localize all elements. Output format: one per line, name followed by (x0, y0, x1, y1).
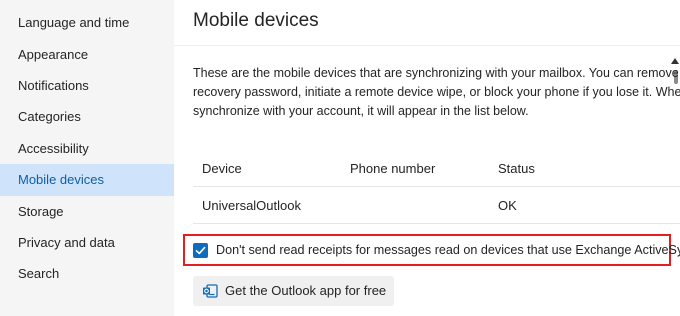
settings-sidebar: Language and time Appearance Notificatio… (0, 0, 174, 316)
description-text: These are the mobile devices that are sy… (193, 64, 680, 121)
page-title: Mobile devices (193, 10, 319, 31)
read-receipts-label[interactable]: Don't send read receipts for messages re… (216, 236, 680, 264)
devices-table: Device Phone number Status UniversalOutl… (193, 150, 680, 224)
get-outlook-app-label: Get the Outlook app for free (225, 283, 387, 298)
mobile-devices-panel: Mobile devices These are the mobile devi… (174, 0, 680, 316)
table-row[interactable]: UniversalOutlook OK (193, 187, 680, 224)
sidebar-item-appearance[interactable]: Appearance (0, 39, 174, 71)
title-divider (174, 45, 680, 46)
sidebar-item-storage[interactable]: Storage (0, 196, 174, 228)
sidebar-item-accessibility[interactable]: Accessibility (0, 133, 174, 165)
sidebar-item-categories[interactable]: Categories (0, 101, 174, 133)
sidebar-item-privacy-and-data[interactable]: Privacy and data (0, 227, 174, 259)
sidebar-item-notifications[interactable]: Notifications (0, 70, 174, 102)
get-outlook-app-button[interactable]: Get the Outlook app for free (193, 276, 394, 306)
column-header-phone-number: Phone number (350, 161, 436, 176)
sidebar-item-language-and-time[interactable]: Language and time (0, 7, 174, 39)
sidebar-item-mobile-devices[interactable]: Mobile devices (0, 164, 174, 196)
column-header-device: Device (202, 161, 242, 176)
read-receipts-checkbox[interactable] (193, 243, 208, 258)
read-receipts-highlight-box: Don't send read receipts for messages re… (183, 234, 680, 266)
table-header-row: Device Phone number Status (193, 150, 680, 187)
description-line: These are the mobile devices that are sy… (193, 66, 680, 80)
description-line: recovery password, initiate a remote dev… (193, 85, 680, 99)
checkmark-icon (195, 246, 206, 255)
column-header-status: Status (498, 161, 535, 176)
description-line: synchronize with your account, it will a… (193, 104, 529, 118)
outlook-app-icon (203, 284, 218, 298)
device-name-cell: UniversalOutlook (202, 198, 301, 213)
sidebar-item-search[interactable]: Search (0, 258, 174, 290)
status-cell: OK (498, 198, 517, 213)
